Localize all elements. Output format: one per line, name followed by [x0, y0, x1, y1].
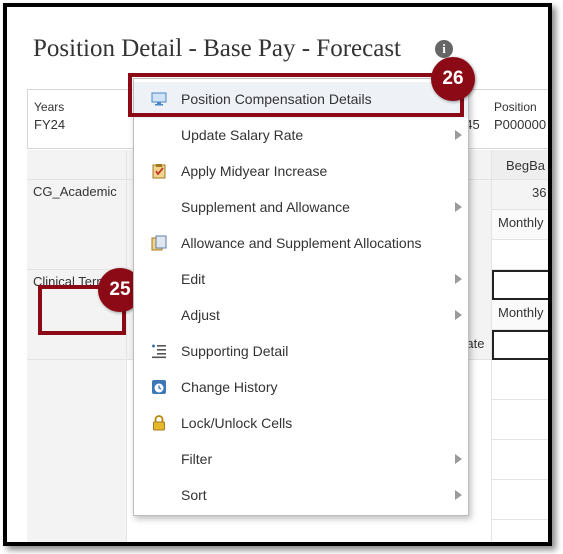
- submenu-arrow-icon: [455, 490, 462, 500]
- menu-label: Filter: [181, 451, 213, 467]
- callout-badge-26: 26: [431, 57, 475, 101]
- cell-empty-2[interactable]: [492, 360, 548, 400]
- menu-label: Sort: [181, 487, 207, 503]
- row-header-empty: [27, 360, 127, 542]
- cell-selected-2[interactable]: [492, 330, 548, 360]
- menu-label: Adjust: [181, 307, 220, 323]
- document-stack-icon: [150, 235, 168, 253]
- cell-empty-5[interactable]: [492, 480, 548, 520]
- submenu-arrow-icon: [455, 274, 462, 284]
- info-icon[interactable]: i: [435, 40, 453, 58]
- years-value[interactable]: FY24: [34, 117, 65, 132]
- row-header-cg: CG_Academic: [27, 180, 127, 270]
- column-header-label: BegBa: [506, 158, 546, 173]
- cell-monthly-2[interactable]: Monthly: [492, 300, 548, 330]
- cell-monthly-2-text: Monthly: [498, 305, 544, 320]
- menu-label: Change History: [181, 379, 278, 395]
- submenu-arrow-icon: [455, 202, 462, 212]
- menu-item-filter[interactable]: Filter: [134, 442, 468, 478]
- cell-empty-3[interactable]: [492, 400, 548, 440]
- menu-label: Allowance and Supplement Allocations: [181, 235, 422, 251]
- submenu-arrow-icon: [455, 130, 462, 140]
- menu-item-lock-unlock-cells[interactable]: Lock/Unlock Cells: [134, 406, 468, 442]
- cell-monthly-1-text: Monthly: [498, 215, 544, 230]
- position-value[interactable]: P000000: [494, 117, 546, 132]
- row-label-cg-academic: CG_Academic: [33, 184, 117, 199]
- submenu-arrow-icon: [455, 310, 462, 320]
- menu-label: Update Salary Rate: [181, 127, 304, 143]
- years-label: Years: [34, 100, 65, 114]
- menu-item-adjust[interactable]: Adjust: [134, 298, 468, 334]
- lock-icon: [150, 415, 168, 433]
- cell-value-36[interactable]: 36: [492, 180, 548, 210]
- menu-item-supplement-and-allowance[interactable]: Supplement and Allowance: [134, 190, 468, 226]
- cell-value-36-text: 36: [532, 185, 547, 200]
- column-header-begbal[interactable]: BegBa: [492, 150, 548, 180]
- submenu-arrow-icon: [455, 454, 462, 464]
- screenshot-frame: Position Detail - Base Pay - Forecast i …: [3, 3, 552, 546]
- history-icon: [150, 379, 168, 397]
- context-menu: Position Compensation Details Update Sal…: [133, 78, 469, 516]
- cell-monthly-1[interactable]: Monthly: [492, 210, 548, 240]
- grid-corner: [27, 150, 127, 180]
- cell-selected-1[interactable]: [492, 270, 548, 300]
- callout-box-26: [128, 73, 464, 117]
- menu-label: Supplement and Allowance: [181, 199, 350, 215]
- clipboard-icon: [150, 163, 168, 181]
- menu-item-allowance-and-supplement-allocations[interactable]: Allowance and Supplement Allocations: [134, 226, 468, 262]
- menu-label: Supporting Detail: [181, 343, 289, 359]
- cell-empty-4[interactable]: [492, 440, 548, 480]
- menu-item-update-salary-rate[interactable]: Update Salary Rate: [134, 118, 468, 154]
- menu-item-change-history[interactable]: Change History: [134, 370, 468, 406]
- menu-label: Lock/Unlock Cells: [181, 415, 293, 431]
- position-label: Position: [494, 100, 537, 114]
- menu-item-edit[interactable]: Edit: [134, 262, 468, 298]
- menu-item-supporting-detail[interactable]: Supporting Detail: [134, 334, 468, 370]
- page-title: Position Detail - Base Pay - Forecast: [33, 35, 401, 62]
- menu-item-sort[interactable]: Sort: [134, 478, 468, 514]
- menu-item-apply-midyear-increase[interactable]: Apply Midyear Increase: [134, 154, 468, 190]
- menu-label: Apply Midyear Increase: [181, 163, 328, 179]
- supporting-detail-icon: [150, 343, 168, 361]
- menu-label: Edit: [181, 271, 206, 287]
- cell-empty-1[interactable]: [492, 240, 548, 270]
